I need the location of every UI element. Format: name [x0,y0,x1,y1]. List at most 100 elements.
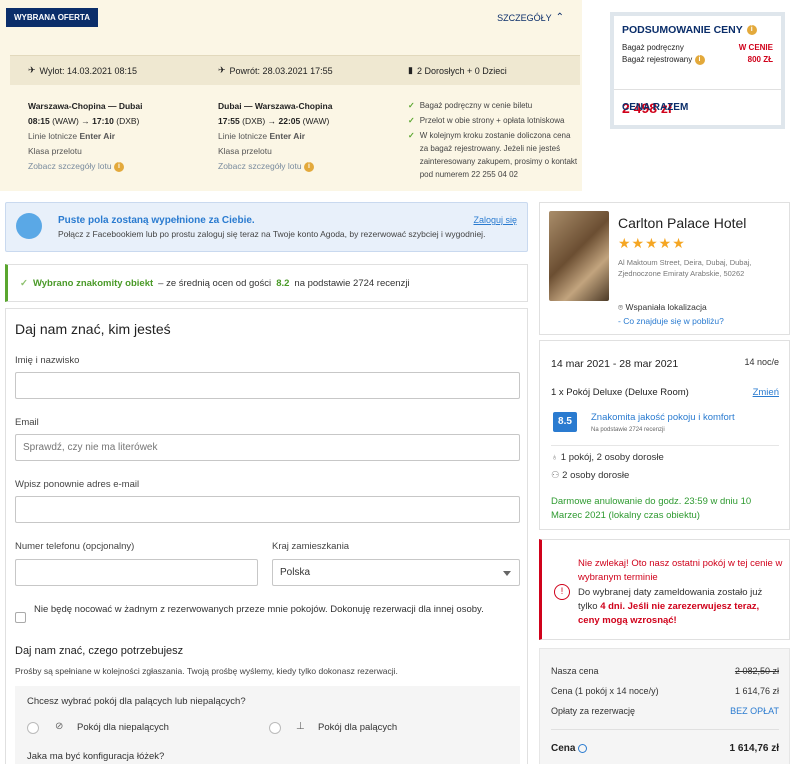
plane-takeoff-icon: ✈ [28,65,36,75]
inbound-details-link[interactable]: Zobacz szczegóły lotu i [218,159,332,174]
inbound-dep-code: (DXB) [242,116,266,126]
occupancy-text: 1 pokój, 2 osoby dorosłe [560,452,664,463]
hotel-name: Carlton Palace Hotel [618,215,747,231]
outbound-times: 08:15 (WAW) → 17:10 (DXB) [28,114,142,129]
checked-luggage-value: 800 ZŁ [747,55,773,64]
our-price-row: Nasza cena 2 082,50 zł [551,666,779,676]
flight-offer-panel: WYBRANA OFERTA SZCZEGÓŁY ⌃ ✈ Wylot: 14.0… [0,0,582,191]
hotel-star-rating: ★★★★★ [618,235,686,251]
email-confirm-input[interactable] [15,496,520,523]
our-price-label: Nasza cena [551,666,599,676]
info-icon[interactable]: i [746,25,757,35]
final-price-row: Cena 1 614,76 zł [551,743,779,754]
inbound-class: Klasa przelotu [218,146,272,156]
inbound-arr-code: (WAW) [302,116,330,126]
flight-details-toggle[interactable]: SZCZEGÓŁY ⌃ [497,12,564,23]
outbound-details-link[interactable]: Zobacz szczegóły lotu i [28,159,142,174]
outbound-airline: Linie lotnicze Enter Air [28,129,142,144]
stay-nights: 14 noc/e [744,357,779,367]
phone-input[interactable] [15,559,258,586]
included-features: ✓ Bagaż podręczny w cenie biletu ✓ Przelot… [408,99,578,183]
our-price-value: 2 082,50 zł [734,666,779,676]
outbound-arr-time: 17:10 [92,116,114,126]
room-preferences-box: Chcesz wybrać pokój dla palących lub nie… [15,686,520,764]
outbound-airline-prefix: Linie lotnicze [28,131,78,141]
outbound-details-link-text: Zobacz szczegóły lotu [28,161,112,171]
great-choice-reviews: na podstawie 2724 recenzji [294,277,410,289]
flight-summary-band: ✈ Wylot: 14.03.2021 08:15 ✈ Powrót: 28.0… [10,55,580,85]
login-banner-title: Puste pola zostaną wypełnione za Ciebie. [58,215,255,226]
selected-offer-tag: WYBRANA OFERTA [6,8,98,27]
plane-landing-icon: ✈ [218,65,226,75]
return-info: ✈ Powrót: 28.03.2021 17:55 [218,65,333,76]
adults-icon: ⚇ [551,470,560,481]
days-left-text: Do wybranej daty zameldowania zostało ju… [578,586,783,628]
country-select[interactable]: Polska [272,559,520,586]
nearby-link[interactable]: - Co znajduje się w pobliżu? [618,316,724,326]
passengers-info: ▮ 2 Dorosłych + 0 Dzieci [408,65,507,76]
outbound-route: Warszawa-Chopina — Dubai [28,101,143,111]
arrow-right-icon: → [267,116,279,126]
person-icon: ♁ [551,452,559,463]
price-summary-panel: PODSUMOWANIE CENY i Bagaż podręczny W CE… [610,12,785,129]
feature-item: ✓ W kolejnym kroku zostanie doliczona cen… [408,129,578,181]
chevron-up-icon: ⌃ [555,12,564,23]
smoking-question: Chcesz wybrać pokój dla palących lub nie… [27,696,246,707]
room-price-label: Cena (1 pokój x 14 noce/y) [551,686,659,696]
info-icon[interactable] [578,743,588,753]
outbound-dep-time: 08:15 [28,116,50,126]
country-label: Kraj zamieszkania [272,541,350,552]
feature-item: ✓ Przelot w obie strony + opłata lotnisko… [408,114,578,127]
info-icon[interactable]: i [694,55,705,65]
great-choice-banner: ✓ Wybrano znakomity obiekt – ze średnią … [5,264,528,302]
hotel-card: Carlton Palace Hotel ★★★★★ Al Maktoum St… [539,202,790,335]
room-price-value: 1 614,76 zł [734,686,779,696]
adults-text: 2 osoby dorosłe [562,470,630,481]
alarm-icon: ! [554,584,570,600]
stay-dates: 14 mar 2021 - 28 mar 2021 [551,358,679,370]
outbound-arr-code: (DXB) [116,116,140,126]
inbound-route: Dubai — Warszawa-Chopina [218,101,333,111]
check-icon: ✓ [20,277,28,289]
inbound-airline-name: Enter Air [269,131,306,141]
divider [551,445,779,446]
login-link[interactable]: Zaloguj się [473,215,517,225]
divider [551,729,779,730]
return-text: Powrót: 28.03.2021 17:55 [229,65,333,76]
great-choice-text: – ze średnią ocen od gości [158,277,272,289]
form-title: Daj nam znać, kim jesteś [15,321,171,337]
final-price-value: 1 614,76 zł [729,743,779,754]
phone-label: Numer telefonu (opcjonalny) [15,541,135,552]
final-price-label: Cena [551,743,576,754]
room-price-row: Cena (1 pokój x 14 noce/y) 1 614,76 zł [551,686,779,696]
full-name-input[interactable] [15,372,520,399]
checked-luggage-row: Bagaż rejestrowany i 800 ZŁ [622,55,773,65]
email-input[interactable] [15,434,520,461]
change-room-link[interactable]: Zmień [753,387,779,398]
non-smoking-radio[interactable] [27,722,39,734]
login-banner: Puste pola zostaną wypełnione za Ciebie.… [5,202,528,252]
room-reviews-count: Na podstawie 2724 recenzji [591,427,665,433]
bed-config-question: Jaka ma być konfiguracja łóżek? [27,751,165,762]
booking-fees-row: Opłaty za rezerwację BEZ OPŁAT [551,706,779,716]
final-price-label-wrap: Cena [551,743,588,754]
hotel-photo [549,211,609,301]
total-price-label: CENA RAZEM [622,102,689,113]
great-choice-highlight: Wybrano znakomity obiekt [32,277,154,289]
chevron-down-icon [503,571,511,576]
email-confirm-label: Wpisz ponownie adres e-mail [15,479,140,490]
checked-luggage-label-wrap: Bagaż rejestrowany i [622,55,705,65]
outbound-class: Klasa przelotu [28,146,82,156]
price-summary-title-text: PODSUMOWANIE CENY [622,24,743,36]
arrow-right-icon: → [81,116,93,126]
hand-luggage-value: W CENIE [738,43,773,52]
location-text: Wspaniała lokalizacja [625,302,707,312]
location-badge: ⌾ Wspaniała lokalizacja [618,302,707,313]
hand-luggage-row: Bagaż podręczny W CENIE [622,43,773,52]
booking-for-other-checkbox[interactable] [15,612,26,623]
occupancy-row: ♁ 1 pokój, 2 osoby dorosłe [551,452,664,463]
check-icon: ✓ [408,116,415,125]
user-avatar-icon [16,213,42,239]
feature-item: ✓ Bagaż podręczny w cenie biletu [408,99,578,112]
smoking-radio[interactable] [269,722,281,734]
